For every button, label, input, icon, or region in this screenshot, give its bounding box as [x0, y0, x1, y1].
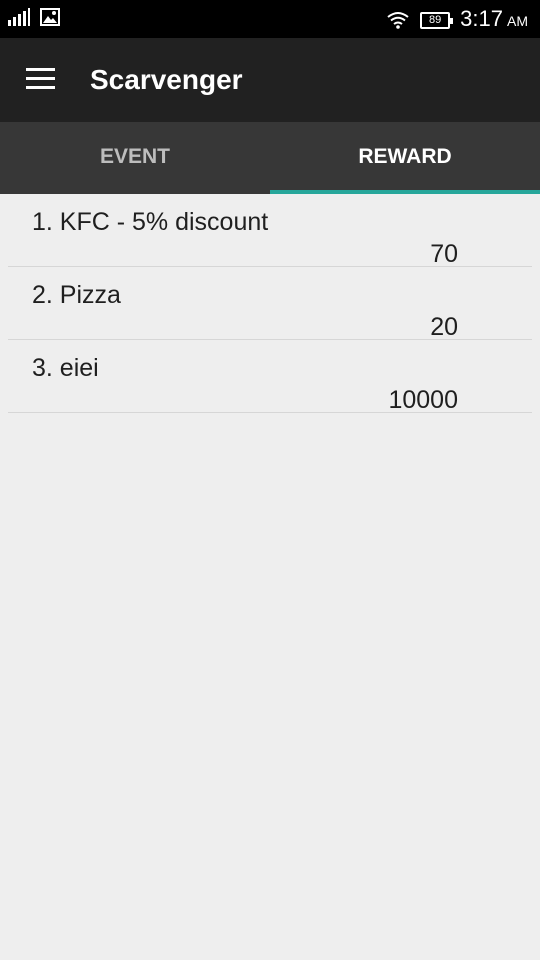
reward-title: 2. Pizza — [32, 281, 121, 309]
wifi-icon — [387, 12, 409, 29]
tab-reward[interactable]: REWARD — [270, 122, 540, 194]
reward-item[interactable]: 3. eiei 10000 — [8, 340, 532, 414]
reward-points: 70 — [430, 240, 458, 268]
menu-icon[interactable] — [26, 68, 56, 92]
clock-time: 3:17 — [460, 6, 503, 31]
status-left — [8, 8, 60, 26]
tab-event[interactable]: EVENT — [0, 122, 270, 194]
app-title: Scarvenger — [90, 64, 243, 95]
clock-ampm: AM — [507, 13, 528, 29]
reward-list: 1. KFC - 5% discount 70 2. Pizza 20 3. e… — [8, 194, 532, 414]
battery-icon: 89 — [420, 11, 454, 29]
app-toolbar: Scarvenger — [0, 38, 540, 122]
signal-icon — [8, 8, 30, 26]
reward-title: 3. eiei — [32, 354, 99, 382]
tab-bar: EVENT REWARD — [0, 122, 540, 194]
status-right: 89 3:17 AM — [386, 6, 528, 34]
reward-points: 10000 — [388, 386, 458, 414]
reward-title: 1. KFC - 5% discount — [32, 208, 269, 236]
status-bar: 89 3:17 AM — [0, 0, 540, 38]
reward-points: 20 — [430, 313, 458, 341]
clock: 3:17 AM — [460, 6, 528, 34]
reward-item[interactable]: 2. Pizza 20 — [8, 267, 532, 341]
reward-item[interactable]: 1. KFC - 5% discount 70 — [8, 194, 532, 268]
image-notification-icon — [40, 8, 60, 26]
